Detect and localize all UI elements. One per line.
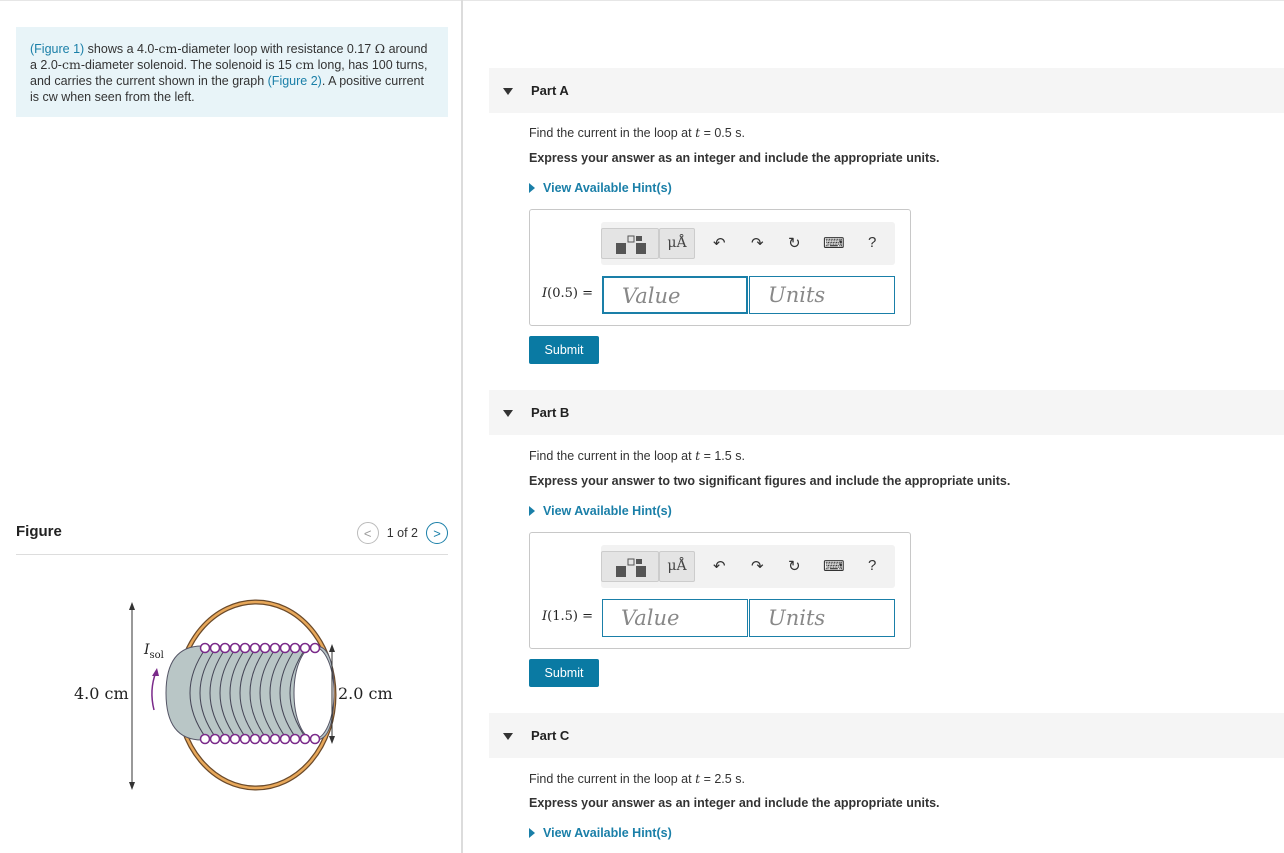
part-a-hint-link[interactable]: View Available Hint(s) xyxy=(529,181,672,195)
part-a-title: Part A xyxy=(531,83,569,98)
part-c-hint-link[interactable]: View Available Hint(s) xyxy=(529,826,672,840)
figure-1-link[interactable]: (Figure 1) xyxy=(30,42,84,56)
current-arrow-icon xyxy=(151,671,157,711)
hint-triangle-icon xyxy=(529,183,535,193)
part-c-question: Find the current in the loop at t = 2.5 … xyxy=(529,771,745,786)
problem-statement: (Figure 1) shows a 4.0-cm-diameter loop … xyxy=(16,27,448,117)
redo-icon[interactable]: ↷ xyxy=(751,557,764,575)
part-b-title: Part B xyxy=(531,405,570,420)
keyboard-icon[interactable]: ⌨ xyxy=(823,234,845,252)
figure-pager: < 1 of 2 > xyxy=(356,522,448,544)
part-a-equation-label: I(0.5) = xyxy=(542,286,593,301)
hint-triangle-icon xyxy=(529,828,535,838)
part-a-value-input[interactable]: Value xyxy=(602,276,748,314)
templates-icon xyxy=(616,558,646,577)
figure-2-link[interactable]: (Figure 2) xyxy=(268,74,322,88)
part-a-instruction: Express your answer as an integer and in… xyxy=(529,151,940,165)
units-button[interactable]: μÅ xyxy=(659,551,695,582)
part-b-equation-label: I(1.5) = xyxy=(542,609,593,624)
part-b-header[interactable]: Part B xyxy=(489,390,1284,435)
collapse-triangle-icon xyxy=(503,733,513,740)
redo-icon[interactable]: ↷ xyxy=(751,234,764,252)
help-icon[interactable]: ? xyxy=(868,234,876,251)
templates-button[interactable] xyxy=(601,228,659,259)
part-a-units-input[interactable]: Units xyxy=(749,276,895,314)
undo-icon[interactable]: ↶ xyxy=(713,234,726,252)
part-b-value-input[interactable]: Value xyxy=(602,599,748,637)
part-b-answer-box: μÅ ↶ ↷ ↻ ⌨ ? I(1.5) = Value Units xyxy=(529,532,911,649)
next-figure-button[interactable]: > xyxy=(426,522,448,544)
collapse-triangle-icon xyxy=(503,410,513,417)
prev-figure-button[interactable]: < xyxy=(356,522,379,544)
part-b-question: Find the current in the loop at t = 1.5 … xyxy=(529,448,745,463)
help-icon[interactable]: ? xyxy=(868,557,876,574)
panel-divider xyxy=(461,0,463,853)
reset-icon[interactable]: ↻ xyxy=(788,557,801,575)
templates-button[interactable] xyxy=(601,551,659,582)
left-panel: (Figure 1) shows a 4.0-cm-diameter loop … xyxy=(0,0,462,853)
templates-icon xyxy=(616,235,646,254)
part-a-submit-button[interactable]: Submit xyxy=(529,336,599,364)
part-b-submit-button[interactable]: Submit xyxy=(529,659,599,687)
current-label: Isol xyxy=(143,642,164,661)
part-c-header[interactable]: Part C xyxy=(489,713,1284,758)
figure-header: Figure < 1 of 2 > xyxy=(16,520,448,555)
figure-title: Figure xyxy=(16,523,62,540)
part-c-instruction: Express your answer as an integer and in… xyxy=(529,796,940,810)
pager-count: 1 of 2 xyxy=(386,526,418,540)
units-button[interactable]: μÅ xyxy=(659,228,695,259)
undo-icon[interactable]: ↶ xyxy=(713,557,726,575)
reset-icon[interactable]: ↻ xyxy=(788,234,801,252)
loop-solenoid-figure: 4.0 cm Isol 2.0 cm xyxy=(74,599,393,791)
part-a-answer-box: μÅ ↶ ↷ ↻ ⌨ ? I(0.5) = Value Units xyxy=(529,209,911,326)
keyboard-icon[interactable]: ⌨ xyxy=(823,557,845,575)
solenoid-diameter-label: 2.0 cm xyxy=(338,684,393,703)
part-c-title: Part C xyxy=(531,728,570,743)
part-b-units-input[interactable]: Units xyxy=(749,599,895,637)
part-b-hint-link[interactable]: View Available Hint(s) xyxy=(529,504,672,518)
part-a-question: Find the current in the loop at t = 0.5 … xyxy=(529,125,745,140)
hint-triangle-icon xyxy=(529,506,535,516)
math-toolbar: μÅ ↶ ↷ ↻ ⌨ ? xyxy=(601,222,895,265)
part-a-header[interactable]: Part A xyxy=(489,68,1284,113)
loop-diameter-label: 4.0 cm xyxy=(74,684,129,703)
collapse-triangle-icon xyxy=(503,88,513,95)
math-toolbar: μÅ ↶ ↷ ↻ ⌨ ? xyxy=(601,545,895,588)
part-b-instruction: Express your answer to two significant f… xyxy=(529,474,1011,488)
